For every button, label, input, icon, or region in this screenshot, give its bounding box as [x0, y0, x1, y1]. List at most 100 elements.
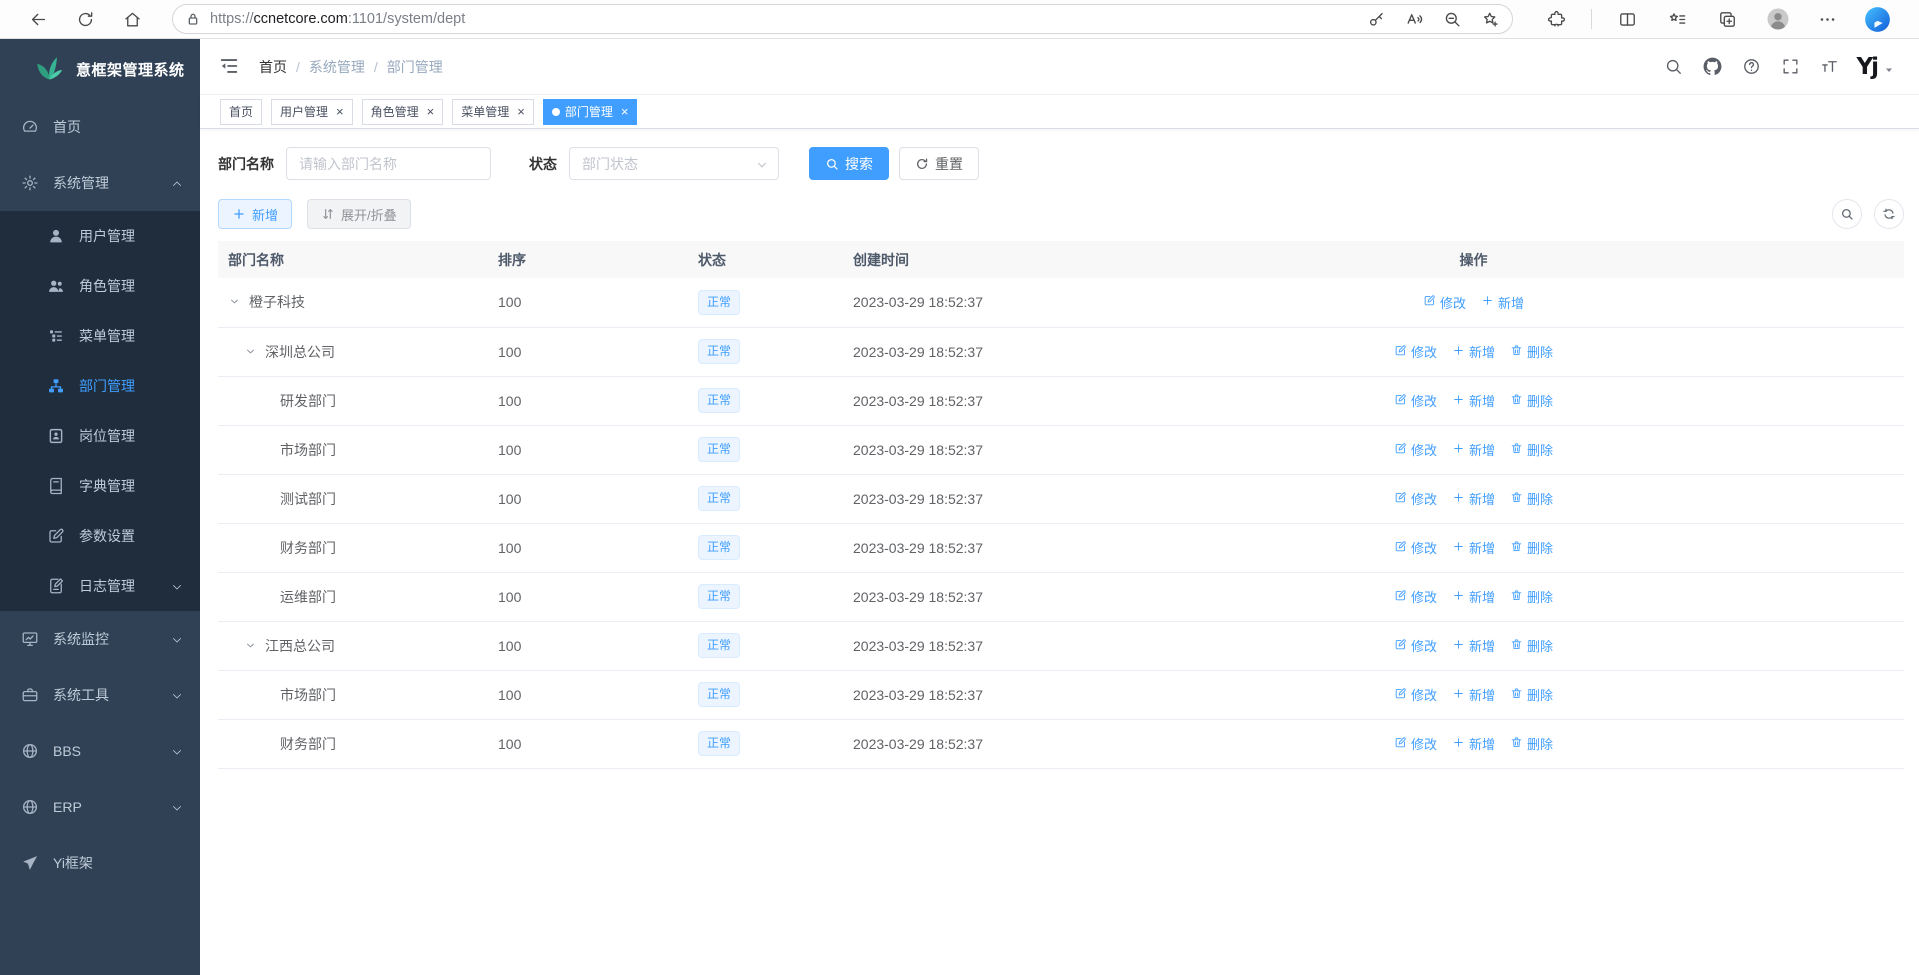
- sidebar-item-system-monitor[interactable]: 系统监控: [0, 611, 200, 667]
- sidebar-item-dict-management[interactable]: 字典管理: [0, 461, 200, 511]
- op-label: 修改: [1411, 391, 1437, 410]
- add-row-button[interactable]: 新增: [1481, 293, 1524, 312]
- profile-avatar-icon[interactable]: [1763, 4, 1793, 34]
- tree-expand-icon[interactable]: [244, 345, 258, 359]
- delete-row-button[interactable]: 删除: [1510, 489, 1553, 508]
- row-operations: 修改新增: [1423, 293, 1524, 312]
- status-badge: 正常: [698, 633, 740, 658]
- delete-row-button[interactable]: 删除: [1510, 636, 1553, 655]
- leaf-logo-icon: [34, 54, 64, 84]
- delete-row-button[interactable]: 删除: [1510, 342, 1553, 361]
- show-search-button[interactable]: [1832, 199, 1862, 229]
- sidebar-item-menu-management[interactable]: 菜单管理: [0, 311, 200, 361]
- delete-row-button[interactable]: 删除: [1510, 685, 1553, 704]
- dept-name-input[interactable]: [286, 147, 491, 180]
- corner-logo[interactable]: Yj: [1856, 54, 1877, 80]
- add-row-button[interactable]: 新增: [1452, 342, 1495, 361]
- breadcrumb-item[interactable]: 首页: [259, 57, 287, 77]
- edit-row-button[interactable]: 修改: [1394, 734, 1437, 753]
- status-badge: 正常: [698, 486, 740, 511]
- chevron-down-icon[interactable]: [1883, 63, 1895, 81]
- add-row-button[interactable]: 新增: [1452, 636, 1495, 655]
- sidebar-item-role-management[interactable]: 角色管理: [0, 261, 200, 311]
- add-row-button[interactable]: 新增: [1452, 489, 1495, 508]
- add-button[interactable]: 新增: [218, 199, 292, 229]
- close-icon[interactable]: ×: [517, 105, 525, 118]
- edit-row-button[interactable]: 修改: [1394, 440, 1437, 459]
- sidebar-item-yi-framework[interactable]: Yi框架: [0, 835, 200, 891]
- tree-expand-icon[interactable]: [244, 639, 258, 653]
- font-size-icon[interactable]: [1816, 54, 1842, 80]
- tree-expand-icon[interactable]: [228, 295, 242, 309]
- sidebar-item-home[interactable]: 首页: [0, 99, 200, 155]
- extensions-icon[interactable]: [1541, 4, 1571, 34]
- close-icon[interactable]: ×: [336, 105, 344, 118]
- bing-chat-icon[interactable]: [1863, 4, 1893, 34]
- edit-row-button[interactable]: 修改: [1394, 587, 1437, 606]
- sidebar-item-param-settings[interactable]: 参数设置: [0, 511, 200, 561]
- add-row-button[interactable]: 新增: [1452, 440, 1495, 459]
- sidebar-item-system-management[interactable]: 系统管理: [0, 155, 200, 211]
- reset-button[interactable]: 重置: [899, 147, 979, 180]
- sort-value: 100: [488, 474, 688, 523]
- edit-row-button[interactable]: 修改: [1394, 636, 1437, 655]
- edit-row-button[interactable]: 修改: [1394, 538, 1437, 557]
- close-icon[interactable]: ×: [621, 105, 629, 118]
- help-icon[interactable]: [1738, 54, 1764, 80]
- tab-user-management[interactable]: 用户管理×: [271, 99, 353, 125]
- status-select[interactable]: 部门状态: [569, 147, 779, 180]
- more-icon[interactable]: [1813, 4, 1843, 34]
- refresh-table-button[interactable]: [1874, 199, 1904, 229]
- sidebar-item-erp[interactable]: ERP: [0, 779, 200, 835]
- tab-menu-management[interactable]: 菜单管理×: [452, 99, 534, 125]
- search-icon: [1840, 207, 1854, 221]
- edit-row-button[interactable]: 修改: [1394, 685, 1437, 704]
- sidebar-item-dept-management[interactable]: 部门管理: [0, 361, 200, 411]
- created-time: 2023-03-29 18:52:37: [843, 376, 1043, 425]
- edit-row-button[interactable]: 修改: [1394, 489, 1437, 508]
- tab-role-management[interactable]: 角色管理×: [362, 99, 444, 125]
- address-bar[interactable]: https://ccnetcore.com:1101/system/dept: [172, 4, 1513, 34]
- edit-row-button[interactable]: 修改: [1394, 342, 1437, 361]
- expand-collapse-button[interactable]: 展开/折叠: [307, 199, 411, 229]
- add-row-button[interactable]: 新增: [1452, 391, 1495, 410]
- tab-home[interactable]: 首页: [220, 99, 262, 125]
- refresh-icon[interactable]: [70, 4, 100, 34]
- sidebar-item-label: 部门管理: [79, 376, 135, 396]
- fullscreen-icon[interactable]: [1777, 54, 1803, 80]
- dept-name: 研发部门: [280, 391, 336, 411]
- add-row-button[interactable]: 新增: [1452, 587, 1495, 606]
- tab-dept-management[interactable]: 部门管理×: [543, 99, 638, 125]
- badge-icon: [47, 427, 65, 445]
- read-aloud-icon[interactable]: [1400, 5, 1428, 33]
- add-row-button[interactable]: 新增: [1452, 685, 1495, 704]
- add-row-button[interactable]: 新增: [1452, 734, 1495, 753]
- sidebar-collapse-icon[interactable]: [218, 55, 242, 79]
- key-icon[interactable]: [1362, 5, 1390, 33]
- delete-row-button[interactable]: 删除: [1510, 538, 1553, 557]
- search-button[interactable]: 搜索: [809, 147, 889, 180]
- edit-row-button[interactable]: 修改: [1394, 391, 1437, 410]
- favorite-add-icon[interactable]: [1476, 5, 1504, 33]
- collections-icon[interactable]: [1713, 4, 1743, 34]
- sidebar-item-post-management[interactable]: 岗位管理: [0, 411, 200, 461]
- delete-row-button[interactable]: 删除: [1510, 587, 1553, 606]
- sidebar-item-user-management[interactable]: 用户管理: [0, 211, 200, 261]
- github-icon[interactable]: [1699, 54, 1725, 80]
- home-icon[interactable]: [117, 4, 147, 34]
- add-row-button[interactable]: 新增: [1452, 538, 1495, 557]
- edit-row-button[interactable]: 修改: [1423, 293, 1466, 312]
- sidebar-item-log-management[interactable]: 日志管理: [0, 561, 200, 611]
- close-icon[interactable]: ×: [427, 105, 435, 118]
- favorites-bar-icon[interactable]: [1662, 4, 1692, 34]
- back-icon[interactable]: [23, 4, 53, 34]
- delete-row-button[interactable]: 删除: [1510, 440, 1553, 459]
- zoom-out-icon[interactable]: [1438, 5, 1466, 33]
- split-screen-icon[interactable]: [1612, 4, 1642, 34]
- delete-row-button[interactable]: 删除: [1510, 391, 1553, 410]
- search-icon[interactable]: [1660, 54, 1686, 80]
- sidebar-item-bbs[interactable]: BBS: [0, 723, 200, 779]
- delete-row-button[interactable]: 删除: [1510, 734, 1553, 753]
- sidebar-item-system-tools[interactable]: 系统工具: [0, 667, 200, 723]
- dept-name-label: 部门名称: [218, 154, 274, 174]
